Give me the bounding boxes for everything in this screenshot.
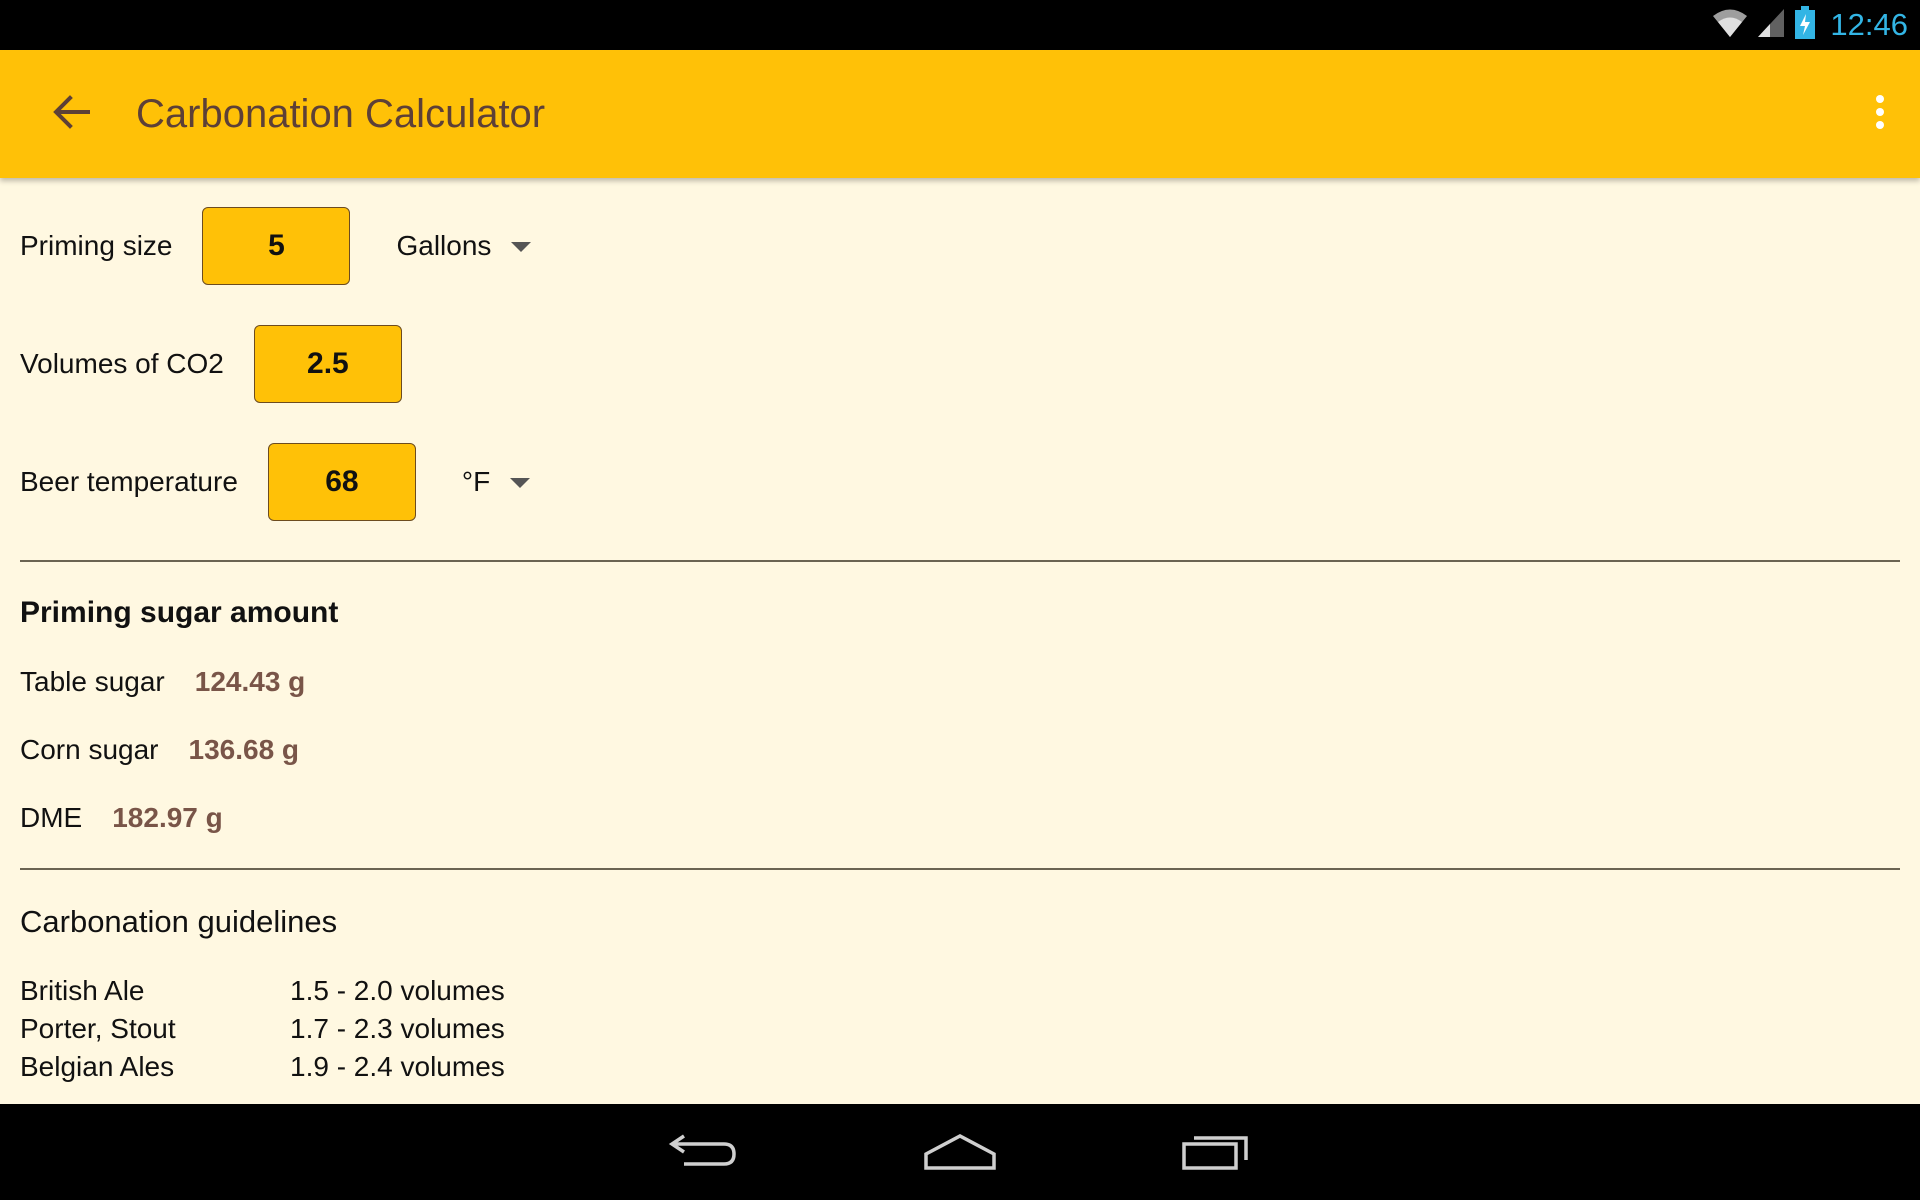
- guideline-range: 1.7 - 2.3 volumes: [290, 1013, 505, 1044]
- priming-size-input[interactable]: [202, 207, 351, 285]
- navigation-bar: [0, 1104, 1920, 1200]
- beer-temperature-row: Beer temperature °F: [20, 442, 531, 522]
- guidelines-list: British Ale 1.5 - 2.0 volumes Porter, St…: [20, 972, 505, 1086]
- beer-temperature-label: Beer temperature: [20, 466, 238, 497]
- status-time: 12:46: [1830, 7, 1908, 42]
- overflow-menu-button[interactable]: [1860, 86, 1900, 142]
- result-value: 182.97 g: [112, 802, 223, 833]
- result-label: Table sugar: [20, 666, 165, 697]
- nav-home-icon: [922, 1128, 998, 1177]
- result-value: 124.43 g: [194, 666, 306, 697]
- guideline-style: Porter, Stout: [20, 1013, 176, 1044]
- co2-volumes-row: Volumes of CO2: [20, 324, 402, 404]
- co2-volumes-label: Volumes of CO2: [20, 348, 224, 379]
- battery-charging-icon: [1794, 5, 1816, 45]
- volume-unit-value: Gallons: [396, 230, 492, 261]
- volume-unit-spinner[interactable]: Gallons: [396, 230, 532, 262]
- result-row-dme: DME 182.97 g: [20, 802, 223, 834]
- guideline-range: 1.5 - 2.0 volumes: [290, 975, 505, 1006]
- nav-home-button[interactable]: [910, 1122, 1010, 1182]
- priming-size-row: Priming size Gallons: [20, 206, 532, 286]
- divider: [20, 868, 1900, 870]
- result-label: Corn sugar: [20, 734, 159, 765]
- list-item: British Ale 1.5 - 2.0 volumes: [20, 972, 505, 1010]
- status-icons: 12:46: [1712, 5, 1908, 45]
- temperature-unit-spinner[interactable]: °F: [461, 466, 531, 498]
- chevron-down-icon: [510, 478, 531, 488]
- guideline-style: Belgian Ales: [20, 1051, 175, 1082]
- result-row-table-sugar: Table sugar 124.43 g: [20, 666, 305, 698]
- screen: 12:46 Carbonation Calculator Priming siz…: [0, 0, 1920, 1200]
- nav-back-button[interactable]: [654, 1122, 754, 1182]
- guideline-style: British Ale: [20, 975, 145, 1006]
- app-bar: Carbonation Calculator: [0, 50, 1920, 178]
- list-item: Belgian Ales 1.9 - 2.4 volumes: [20, 1048, 505, 1086]
- page-title: Carbonation Calculator: [136, 92, 546, 136]
- temperature-unit-value: °F: [461, 466, 491, 497]
- nav-back-icon: [668, 1128, 740, 1177]
- calculator-content: Priming size Gallons Volumes of CO2 Beer…: [0, 178, 1920, 1104]
- nav-recents-button[interactable]: [1166, 1122, 1266, 1182]
- guidelines-title: Carbonation guidelines: [20, 904, 338, 939]
- priming-size-label: Priming size: [20, 230, 173, 261]
- wifi-icon: [1712, 7, 1748, 44]
- guideline-range: 1.9 - 2.4 volumes: [290, 1051, 505, 1082]
- status-bar: 12:46: [0, 0, 1920, 50]
- back-button[interactable]: [40, 84, 104, 144]
- results-title: Priming sugar amount: [20, 596, 339, 629]
- result-value: 136.68 g: [188, 734, 300, 765]
- arrow-back-icon: [52, 94, 92, 135]
- list-item: Porter, Stout 1.7 - 2.3 volumes: [20, 1010, 505, 1048]
- result-label: DME: [20, 802, 83, 833]
- signal-icon: [1756, 7, 1786, 44]
- result-row-corn-sugar: Corn sugar 136.68 g: [20, 734, 299, 766]
- nav-recents-icon: [1180, 1128, 1252, 1177]
- divider: [20, 560, 1900, 562]
- more-vert-icon: [1874, 94, 1886, 135]
- beer-temperature-input[interactable]: [267, 443, 416, 521]
- chevron-down-icon: [511, 242, 532, 252]
- co2-volumes-input[interactable]: [253, 325, 402, 403]
